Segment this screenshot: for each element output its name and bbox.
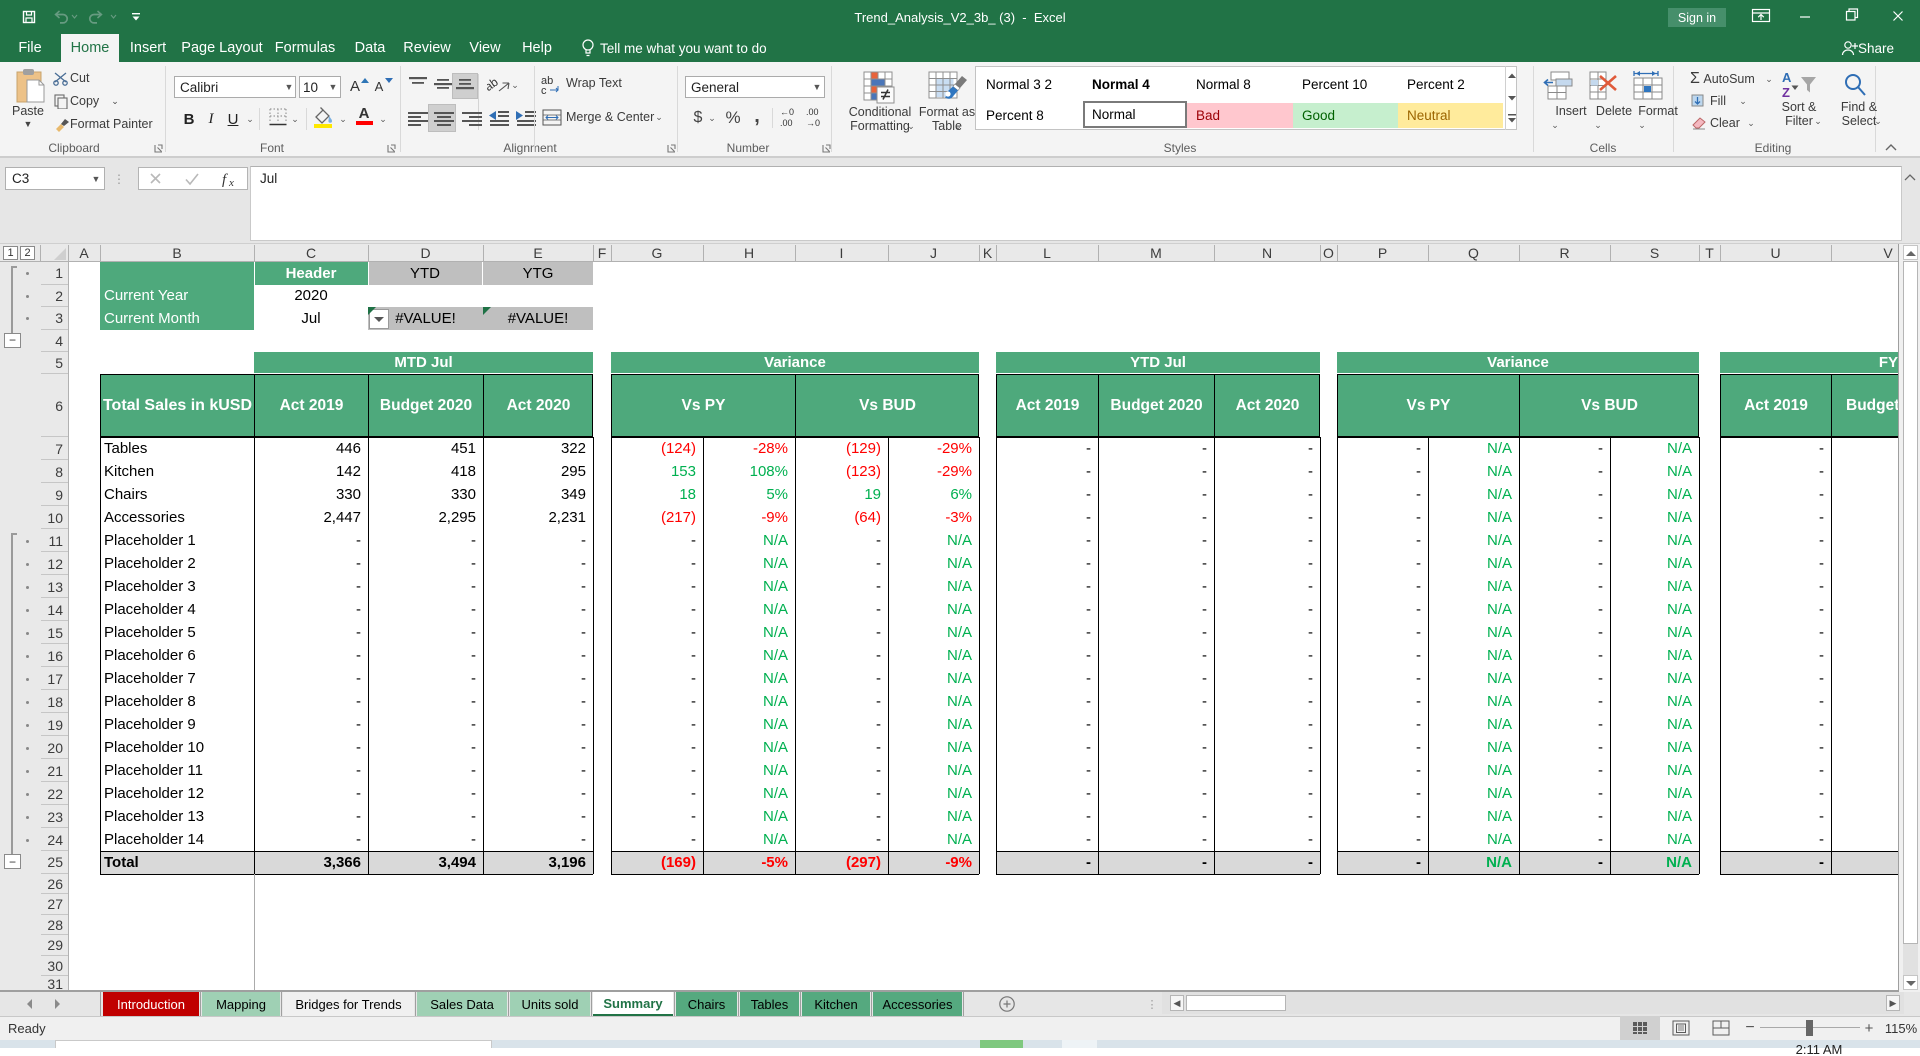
svg-text:←0: ←0 (780, 107, 794, 117)
svg-text:→0: →0 (806, 118, 820, 128)
svg-text:Z: Z (1782, 85, 1790, 100)
svg-text:x: x (228, 177, 234, 189)
svg-text:.00: .00 (780, 118, 793, 128)
svg-text:f: f (222, 172, 228, 188)
svg-text:A: A (1782, 70, 1792, 85)
svg-text:.00: .00 (806, 107, 819, 117)
svg-text:c: c (541, 85, 547, 95)
svg-text:ab: ab (487, 75, 501, 94)
